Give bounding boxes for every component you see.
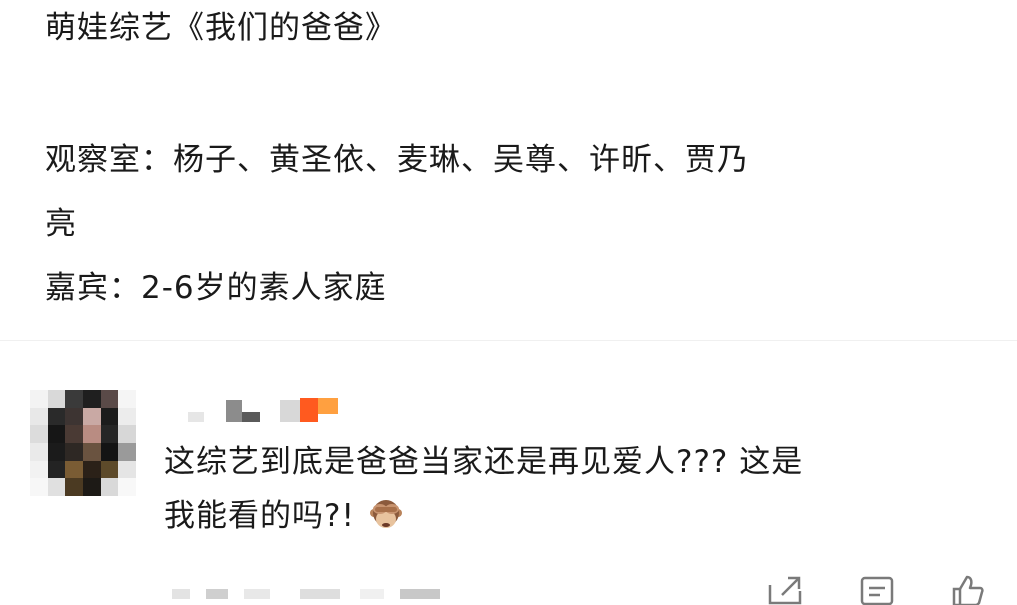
comment-icon[interactable] (858, 575, 896, 605)
see-no-evil-monkey-icon (369, 500, 402, 528)
username-blurred[interactable] (188, 394, 358, 424)
post-observers-line: 观察室：杨子、黄圣依、麦琳、吴尊、许昕、贾乃 (45, 142, 749, 178)
comment-footer (0, 575, 1017, 605)
share-icon[interactable] (766, 575, 804, 605)
comment-item: 这综艺到底是爸爸当家还是再见爱人??? 这是 我能看的吗?! (0, 380, 1017, 597)
avatar[interactable] (30, 390, 136, 496)
post-guests-line: 嘉宾：2-6岁的素人家庭 (45, 270, 387, 306)
post-title: 萌娃综艺《我们的爸爸》 (45, 10, 397, 46)
like-icon[interactable] (948, 575, 986, 605)
post-observers-line-cont: 亮 (45, 206, 77, 242)
comment-text-line-1: 这综艺到底是爸爸当家还是再见爱人??? 这是 (164, 444, 804, 480)
divider (0, 340, 1017, 341)
comment-text-line-2: 我能看的吗?! (164, 498, 355, 534)
comment-text: 这综艺到底是爸爸当家还是再见爱人??? 这是 我能看的吗?! (164, 438, 994, 540)
